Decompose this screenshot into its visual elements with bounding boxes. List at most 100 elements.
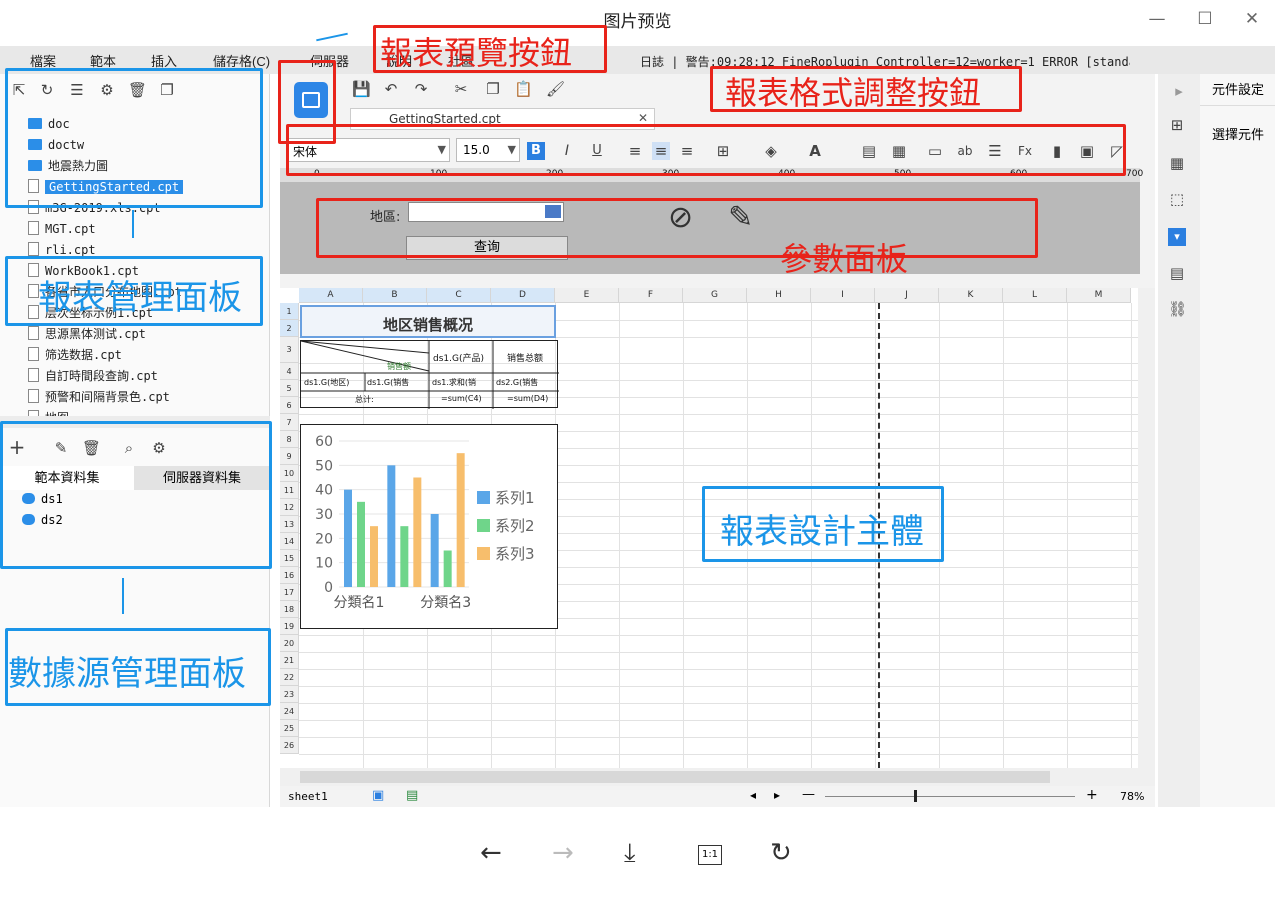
row-header[interactable]: 11 xyxy=(280,482,299,499)
file-icon xyxy=(28,242,39,256)
row-header[interactable]: 14 xyxy=(280,533,299,550)
row-header[interactable]: 13 xyxy=(280,516,299,533)
chart-bar xyxy=(370,526,378,587)
zoom-slider[interactable] xyxy=(825,796,1075,797)
tree-file[interactable]: 自訂時間段查詢.cpt xyxy=(28,366,158,386)
grid-hline xyxy=(299,652,1138,653)
condition-attr-icon[interactable]: ▤ xyxy=(1168,264,1186,282)
row-header[interactable]: 23 xyxy=(280,686,299,703)
row-header[interactable]: 26 xyxy=(280,737,299,754)
row-header[interactable]: 16 xyxy=(280,567,299,584)
column-header[interactable]: D xyxy=(491,288,555,303)
save-icon[interactable]: 💾 xyxy=(352,80,371,98)
column-header[interactable]: J xyxy=(875,288,939,303)
zoom-handle[interactable] xyxy=(914,790,917,802)
grid-hline xyxy=(299,720,1138,721)
annotation-format-toolbar-box xyxy=(286,124,1126,176)
next-image-icon[interactable]: → xyxy=(552,838,574,868)
next-sheet-icon[interactable]: ▸ xyxy=(774,788,780,802)
cut-icon[interactable]: ✂ xyxy=(452,80,470,98)
row-header[interactable]: 1 xyxy=(280,303,299,320)
scroll-thumb[interactable] xyxy=(300,771,1050,783)
prev-image-icon[interactable]: ← xyxy=(480,838,502,868)
tree-file[interactable]: 思源黑体测试.cpt xyxy=(28,324,146,344)
row-header[interactable]: 21 xyxy=(280,652,299,669)
chart-bar xyxy=(344,489,352,587)
legend-label: 系列2 xyxy=(495,517,535,535)
widget-settings-icon[interactable]: ▾ xyxy=(1168,228,1186,246)
cell-element-icon[interactable]: ▦ xyxy=(1168,154,1186,172)
row-header[interactable]: 2 xyxy=(280,320,299,337)
column-header[interactable]: K xyxy=(939,288,1003,303)
row-header[interactable]: 4 xyxy=(280,363,299,380)
annotation-tree-box xyxy=(5,68,263,208)
column-header[interactable]: I xyxy=(811,288,875,303)
rotate-icon[interactable]: ↻ xyxy=(770,838,792,868)
tree-file[interactable]: 筛选数据.cpt xyxy=(28,345,122,365)
float-element-icon[interactable]: ⬚ xyxy=(1168,190,1186,208)
prev-sheet-icon[interactable]: ◂ xyxy=(750,788,756,802)
close-icon[interactable]: ✕ xyxy=(1237,8,1267,30)
grid-vline xyxy=(683,303,684,768)
annotation-dataset-box xyxy=(0,421,272,569)
copy-icon[interactable]: ❐ xyxy=(484,80,502,98)
row-header[interactable]: 9 xyxy=(280,448,299,465)
row-header[interactable]: 7 xyxy=(280,414,299,431)
tree-file[interactable]: MGT.cpt xyxy=(28,219,96,239)
tree-file[interactable]: 预警和间隔背景色.cpt xyxy=(28,387,170,407)
row-header[interactable]: 6 xyxy=(280,397,299,414)
row-header[interactable]: 12 xyxy=(280,499,299,516)
row-header[interactable]: 10 xyxy=(280,465,299,482)
collapse-arrow-icon[interactable]: ▸ xyxy=(1170,82,1188,100)
row-header[interactable]: 18 xyxy=(280,601,299,618)
row-header[interactable]: 19 xyxy=(280,618,299,635)
row-header[interactable]: 25 xyxy=(280,720,299,737)
tree-item-label: MGT.cpt xyxy=(45,222,96,236)
annotation-datasource-label: 數據源管理面板 xyxy=(8,654,246,694)
format-painter-icon[interactable]: 🖌 xyxy=(546,80,565,98)
column-header[interactable]: G xyxy=(683,288,747,303)
column-header[interactable]: B xyxy=(363,288,427,303)
add-sheet-icon[interactable]: ▣ xyxy=(372,788,384,803)
y-tick-label: 50 xyxy=(315,458,333,474)
download-icon[interactable]: ⤓ xyxy=(624,838,636,869)
column-header[interactable]: E xyxy=(555,288,619,303)
paste-icon[interactable]: 📋 xyxy=(514,80,533,98)
row-header[interactable]: 24 xyxy=(280,703,299,720)
column-header[interactable]: M xyxy=(1067,288,1131,303)
chart-cell[interactable]: 0 10 20 30 40 50 60 分類名1 分類名3 系列1 系列2 系列3 xyxy=(300,424,558,629)
row-header[interactable]: 3 xyxy=(280,337,299,363)
row-header[interactable]: 20 xyxy=(280,635,299,652)
row-header[interactable]: 17 xyxy=(280,584,299,601)
close-tab-icon[interactable]: ✕ xyxy=(638,111,648,125)
zoom-out-icon[interactable]: — xyxy=(802,787,815,802)
file-icon xyxy=(28,326,39,340)
actual-size-icon[interactable]: 1:1 xyxy=(698,845,722,865)
grid-vline xyxy=(1131,303,1132,768)
maximize-icon[interactable]: ☐ xyxy=(1190,8,1220,30)
column-header[interactable]: H xyxy=(747,288,811,303)
tree-item-label: 筛选数据.cpt xyxy=(45,348,122,362)
row-header[interactable]: 8 xyxy=(280,431,299,448)
cell-attr-icon[interactable]: ⊞ xyxy=(1168,116,1186,134)
column-header[interactable]: C xyxy=(427,288,491,303)
column-header[interactable]: F xyxy=(619,288,683,303)
annotation-preview-label: 報表預覽按鈕 xyxy=(380,34,573,72)
y-tick-label: 20 xyxy=(315,531,333,547)
redo-icon[interactable]: ↷ xyxy=(412,80,430,98)
minimize-icon[interactable]: — xyxy=(1142,8,1172,30)
row-header[interactable]: 22 xyxy=(280,669,299,686)
zoom-in-icon[interactable]: + xyxy=(1086,787,1098,803)
row-header[interactable]: 15 xyxy=(280,550,299,567)
column-header[interactable]: A xyxy=(299,288,363,303)
hyperlink-icon[interactable]: ⛓ xyxy=(1168,300,1187,318)
column-header[interactable]: L xyxy=(1003,288,1067,303)
sheet-tab[interactable]: sheet1 xyxy=(288,790,328,803)
vertical-scrollbar[interactable] xyxy=(1138,288,1155,768)
add-form-icon[interactable]: ▤ xyxy=(406,788,418,803)
row-header[interactable]: 5 xyxy=(280,380,299,397)
horizontal-scrollbar[interactable] xyxy=(280,768,1155,786)
title-cell[interactable]: 地区销售概况 xyxy=(300,305,556,338)
undo-icon[interactable]: ↶ xyxy=(382,80,400,98)
annotation-report-mgmt-label: 報表管理面板 xyxy=(38,278,242,318)
